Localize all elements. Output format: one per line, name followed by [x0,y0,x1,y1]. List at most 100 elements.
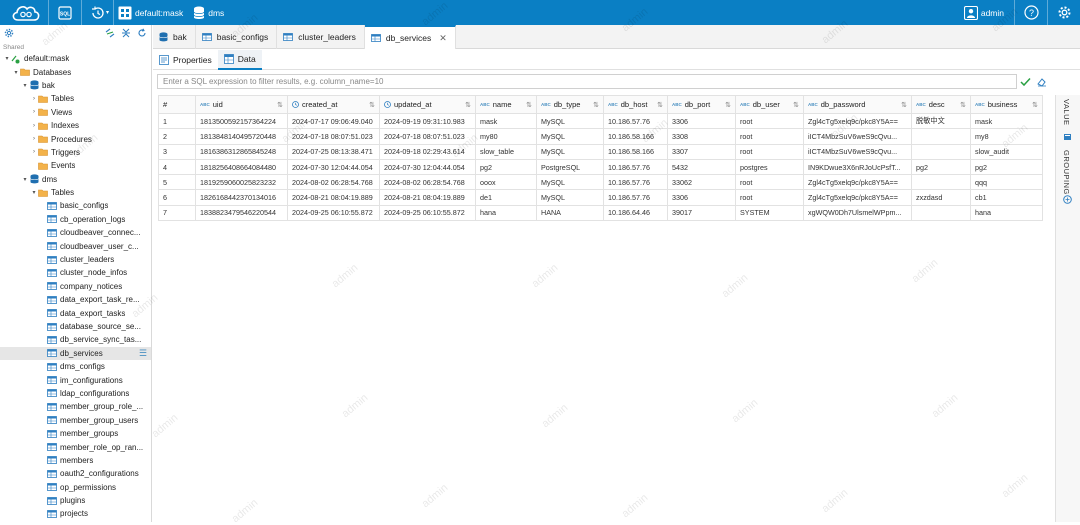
editor-tab[interactable]: bak [153,25,196,49]
table-cell[interactable]: 2024-08-21 08:04:19.889 [379,189,476,206]
database-selector[interactable]: dms [193,6,234,20]
editor-tab[interactable]: db_services ✕ [364,25,456,49]
tree-node[interactable]: basic_configs [0,199,151,212]
table-cell[interactable]: 2024-09-25 06:10:55.872 [379,204,476,222]
collapse-arrow-icon[interactable]: › [30,123,38,129]
connection-selector[interactable]: default:mask [118,6,193,20]
tree-node[interactable]: ▾ default:mask [0,52,151,65]
tree-node[interactable]: db_services ☰ [0,346,151,360]
tree-node[interactable]: cluster_node_infos [0,266,151,279]
tree-node[interactable]: ▾ Databases [0,65,151,78]
sort-icon[interactable]: ⇅ [725,101,731,109]
table-cell[interactable]: 1816386312865845248 [195,143,288,160]
table-cell[interactable]: 3307 [667,143,736,160]
cloudbeaver-logo-icon[interactable] [8,0,44,25]
tree-node[interactable]: member_group_role_... [0,400,151,413]
value-panel-toggle[interactable]: VALUE [1062,99,1071,126]
expand-arrow-icon[interactable]: ▾ [21,176,29,183]
table-cell[interactable]: 1818256408664084480 [195,158,288,176]
column-header[interactable]: ABC name ⇅ [475,95,537,114]
expand-arrow-icon[interactable]: ▾ [12,69,20,76]
table-cell[interactable]: HANA [536,204,604,222]
table-cell[interactable]: root [735,112,804,130]
table-cell[interactable]: pg2 [911,158,971,176]
table-cell[interactable]: 2024-07-25 08:13:38.471 [287,143,380,160]
filter-input[interactable] [157,74,1017,89]
table-cell[interactable]: hana [970,204,1043,222]
column-header[interactable]: ABC db_host ⇅ [603,95,668,114]
tree-node[interactable]: cluster_leaders [0,253,151,266]
tree-node[interactable]: members [0,454,151,467]
tree-node[interactable]: cb_operation_logs [0,213,151,226]
table-cell[interactable]: 5432 [667,158,736,176]
tree-node[interactable]: plugins [0,494,151,507]
table-cell[interactable]: 10.186.64.46 [603,204,668,222]
collapse-all-icon[interactable] [121,28,131,40]
table-cell[interactable]: slow_table [475,143,537,160]
table-row[interactable]: 6 1826168442370134016 2024-08-21 08:04:19.… [158,189,1043,206]
sql-editor-icon[interactable]: SQL [53,0,77,25]
table-cell[interactable]: cb1 [970,189,1043,206]
table-cell[interactable]: MySQL [536,189,604,206]
column-header[interactable]: ABC desc ⇅ [911,95,971,114]
sort-icon[interactable]: ⇅ [901,101,907,109]
tree-node[interactable]: member_groups [0,427,151,440]
column-header[interactable]: ABC uid ⇅ [195,95,288,114]
tree-node[interactable]: cloudbeaver_user_c... [0,239,151,252]
table-cell[interactable]: 3308 [667,128,736,145]
table-cell[interactable]: root [735,128,804,145]
expand-arrow-icon[interactable]: ▾ [30,189,38,196]
table-cell[interactable]: 2024-08-02 06:28:54.768 [287,174,380,191]
sort-icon[interactable]: ⇅ [593,101,599,109]
tree-node[interactable]: db_service_sync_tas... [0,333,151,346]
editor-tab[interactable]: cluster_leaders [277,25,365,49]
user-menu[interactable]: admin [963,5,1010,20]
tree-node[interactable]: › Views [0,106,151,119]
table-cell[interactable]: MySQL [536,143,604,160]
tree-node[interactable]: im_configurations [0,373,151,386]
sort-icon[interactable]: ⇅ [277,101,283,109]
grouping-panel-toggle[interactable]: GROUPING [1062,150,1071,195]
table-cell[interactable]: SYSTEM [735,204,804,222]
table-cell[interactable]: my8 [970,128,1043,145]
sort-icon[interactable]: ⇅ [369,101,375,109]
collapse-arrow-icon[interactable]: › [30,109,38,115]
column-header[interactable]: updated_at ⇅ [379,95,476,114]
table-cell[interactable]: 10.186.57.76 [603,112,668,130]
tree-node[interactable]: Events [0,159,151,172]
close-tab-icon[interactable]: ✕ [439,33,447,44]
table-cell[interactable]: mask [475,112,537,130]
table-cell[interactable]: postgres [735,158,804,176]
tree-node[interactable]: dms_configs [0,360,151,373]
refresh-icon[interactable] [137,28,147,40]
tree-node[interactable]: › Triggers [0,146,151,159]
column-header[interactable]: ABC db_user ⇅ [735,95,804,114]
table-cell[interactable]: iICT4MbzSuV6weS9cQvu... [803,128,912,145]
help-icon[interactable]: ? [1019,0,1043,25]
table-cell[interactable] [911,174,971,191]
table-cell[interactable]: de1 [475,189,537,206]
table-cell[interactable]: 2024-07-18 08:07:51.023 [379,128,476,145]
sort-icon[interactable]: ⇅ [1032,101,1038,109]
tree-node[interactable]: database_source_se... [0,320,151,333]
table-cell[interactable]: 1819259060025823232 [195,174,288,191]
table-cell[interactable]: IN9KDwue3X6nRJoUcPsfT... [803,158,912,176]
table-cell[interactable]: root [735,189,804,206]
table-cell[interactable]: 2024-07-17 09:06:49.040 [287,112,380,130]
dropdown-chevron-icon[interactable]: ▾ [106,9,109,16]
table-cell[interactable] [911,128,971,145]
table-cell[interactable]: Zgl4cTg5xelq9c/pkc8Y5A== [803,189,912,206]
table-cell[interactable]: root [735,174,804,191]
tree-node[interactable]: member_role_op_ran... [0,440,151,453]
table-row[interactable]: 1 1813500592157364224 2024-07-17 09:06:49.… [158,112,1043,130]
table-cell[interactable]: ooox [475,174,537,191]
table-cell[interactable]: hana [475,204,537,222]
sort-icon[interactable]: ⇅ [960,101,966,109]
table-cell[interactable]: 1838823479546220544 [195,204,288,222]
column-header[interactable]: ABC db_password ⇅ [803,95,912,114]
table-cell[interactable]: 10.186.58.166 [603,128,668,145]
column-header[interactable]: ABC db_type ⇅ [536,95,604,114]
tree-node[interactable]: data_export_task_re... [0,293,151,306]
apply-filter-icon[interactable] [1017,74,1033,89]
tree-node[interactable]: ▾ dms [0,173,151,186]
